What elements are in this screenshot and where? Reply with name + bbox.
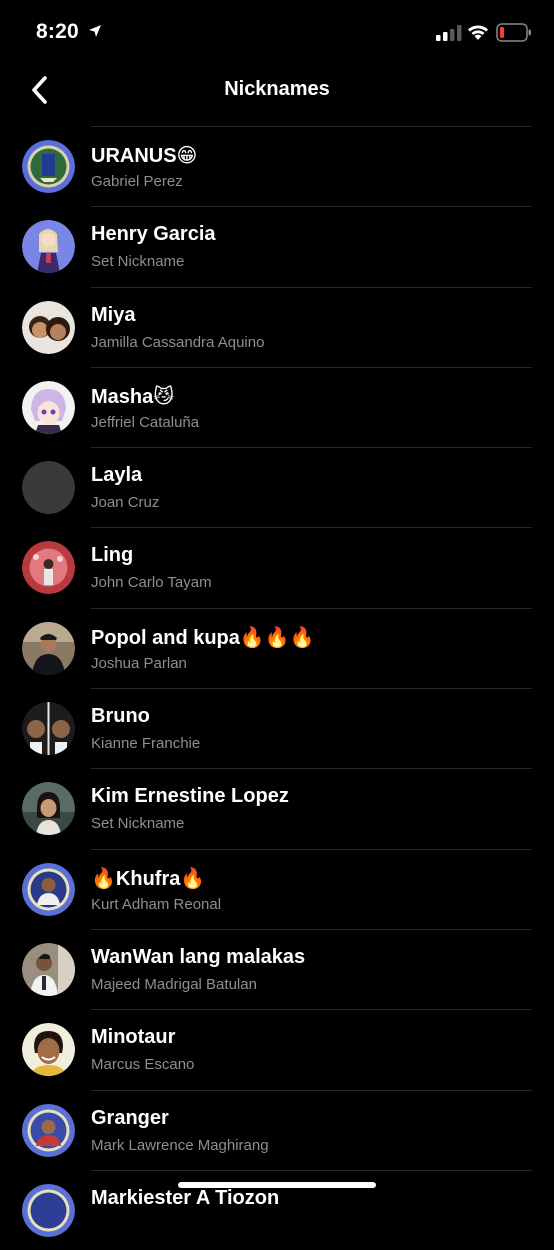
list-item[interactable]: Kim Ernestine Lopez Set Nickname: [0, 768, 554, 848]
divider: [91, 286, 532, 288]
cellular-signal-icon: [436, 25, 462, 41]
list-item[interactable]: Bruno Kianne Franchie: [0, 688, 554, 768]
page-title: Nicknames: [224, 78, 330, 100]
divider: [91, 768, 532, 770]
nav-bar: Nicknames: [0, 66, 554, 114]
divider: [91, 447, 532, 449]
nickname: Henry Garcia: [91, 223, 216, 246]
avatar: [22, 1183, 75, 1237]
contact-name: Marcus Escano: [91, 1056, 195, 1074]
list-item[interactable]: Henry Garcia Set Nickname: [0, 206, 554, 286]
list-item[interactable]: Minotaur Marcus Escano: [0, 1009, 554, 1089]
nickname: Popol and kupa🔥🔥🔥: [91, 626, 315, 649]
divider: [91, 1169, 532, 1171]
status-time: 8:20: [36, 20, 79, 43]
avatar: [22, 862, 75, 916]
avatar: [22, 220, 75, 274]
contact-name: Set Nickname: [91, 815, 185, 833]
nickname: Markiester A Tiozon: [91, 1186, 280, 1209]
avatar: [22, 140, 75, 193]
list-item[interactable]: Granger Mark Lawrence Maghirang: [0, 1089, 554, 1170]
divider: [91, 366, 532, 368]
divider: [91, 527, 532, 529]
nickname: Layla: [91, 464, 143, 487]
avatar: [22, 300, 75, 354]
battery-icon: [496, 23, 531, 42]
divider: [91, 928, 532, 930]
nickname: Granger: [91, 1106, 169, 1129]
contact-name: Jeffriel Cataluña: [91, 413, 200, 431]
avatar: [22, 621, 75, 675]
nickname: Miya: [91, 303, 136, 326]
avatar: [22, 380, 75, 434]
contact-name: Set Nickname: [91, 253, 185, 271]
nickname: WanWan lang malakas: [91, 945, 306, 968]
list-item[interactable]: Ling John Carlo Tayam: [0, 527, 554, 607]
list-item[interactable]: Popol and kupa🔥🔥🔥 Joshua Parlan: [0, 607, 554, 688]
nickname: Masha😼: [91, 385, 175, 408]
contact-name: Kianne Franchie: [91, 735, 201, 753]
contact-name: Majeed Madrigal Batulan: [91, 975, 257, 993]
nickname: Minotaur: [91, 1026, 176, 1049]
list-item[interactable]: Miya Jamilla Cassandra Aquino: [0, 286, 554, 367]
divider: [91, 1089, 532, 1091]
home-indicator: [178, 1182, 376, 1188]
contact-name: Gabriel Perez: [91, 173, 183, 190]
nickname: 🔥Khufra🔥: [91, 867, 206, 890]
divider: [91, 688, 532, 690]
contact-name: John Carlo Tayam: [91, 574, 212, 592]
contact-name: Joshua Parlan: [91, 654, 187, 672]
contact-name: Joan Cruz: [91, 494, 160, 512]
nickname: Kim Ernestine Lopez: [91, 785, 289, 808]
avatar: [22, 702, 75, 756]
avatar: [22, 782, 75, 836]
divider: [91, 1009, 532, 1011]
list-item[interactable]: WanWan lang malakas Majeed Madrigal Batu…: [0, 928, 554, 1009]
status-bar: 8:20: [0, 0, 554, 66]
nickname: URANUS😁: [91, 145, 198, 167]
nickname: Ling: [91, 544, 134, 567]
contact-name: Mark Lawrence Maghirang: [91, 1136, 269, 1154]
list-item[interactable]: Masha😼 Jeffriel Cataluña: [0, 366, 554, 447]
avatar: [22, 541, 75, 595]
divider: [91, 206, 532, 208]
list-item[interactable]: URANUS😁 Gabriel Perez: [0, 126, 554, 206]
location-arrow-icon: [89, 25, 101, 37]
wifi-icon: [468, 25, 488, 40]
list-item[interactable]: Layla Joan Cruz: [0, 447, 554, 527]
avatar: [22, 1023, 75, 1077]
divider: [91, 126, 532, 127]
avatar-placeholder: [22, 461, 75, 515]
nickname-list: URANUS😁 Gabriel Perez Henry Garcia Set N…: [0, 126, 554, 1250]
divider: [91, 848, 532, 850]
contact-name: Kurt Adham Reonal: [91, 895, 222, 913]
contact-name: Jamilla Cassandra Aquino: [91, 333, 265, 351]
avatar: [22, 942, 75, 996]
avatar: [22, 1103, 75, 1157]
nickname: Bruno: [91, 705, 150, 728]
list-item[interactable]: 🔥Khufra🔥 Kurt Adham Reonal: [0, 848, 554, 929]
divider: [91, 607, 532, 609]
